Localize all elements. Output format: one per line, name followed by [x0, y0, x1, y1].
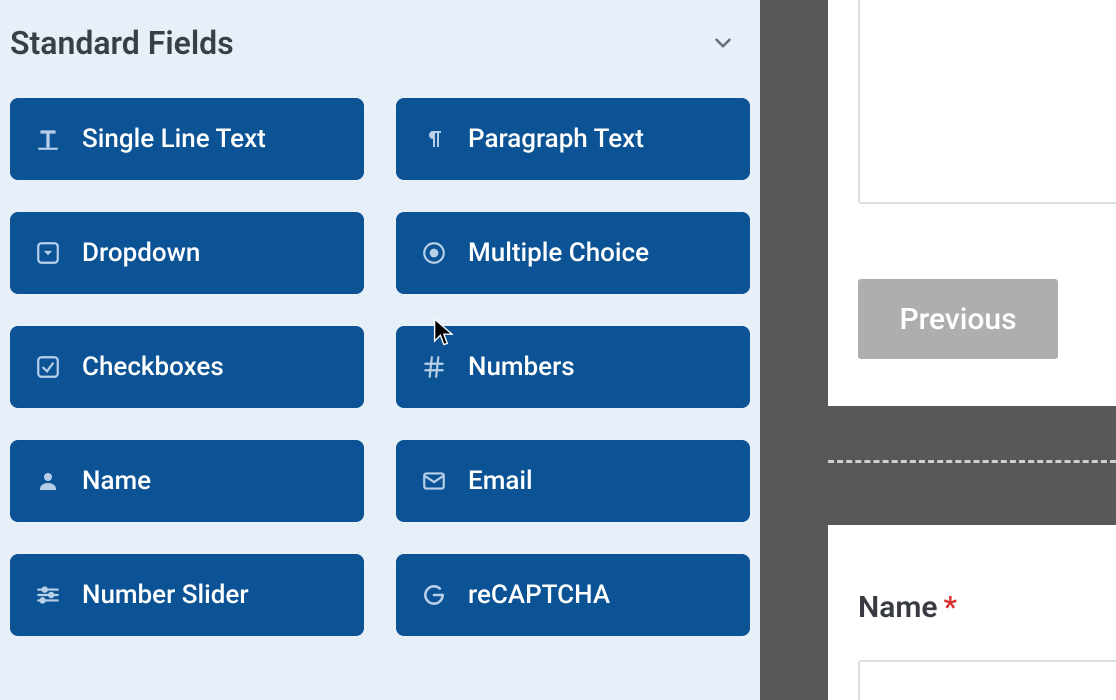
field-label: Checkboxes [82, 354, 224, 380]
field-label: Multiple Choice [468, 240, 649, 266]
field-label: Number Slider [82, 582, 249, 608]
previous-button[interactable]: Previous [858, 279, 1058, 359]
text-cursor-icon [34, 125, 62, 153]
field-label: Email [468, 468, 533, 494]
required-asterisk: * [944, 590, 957, 625]
standard-fields-header[interactable]: Standard Fields [10, 22, 750, 86]
preview-strip: Previous Name* [768, 0, 1116, 700]
field-label: Single Line Text [82, 126, 266, 152]
single-line-text-button[interactable]: Single Line Text [10, 98, 364, 180]
field-label: Paragraph Text [468, 126, 644, 152]
fields-panel: Standard Fields Single Line Text Paragra… [0, 0, 764, 700]
envelope-icon [420, 467, 448, 495]
recaptcha-button[interactable]: reCAPTCHA [396, 554, 750, 636]
numbers-button[interactable]: Numbers [396, 326, 750, 408]
checkboxes-button[interactable]: Checkboxes [10, 326, 364, 408]
section-title: Standard Fields [10, 24, 234, 62]
page-break-divider [828, 460, 1116, 463]
name-text: Name [858, 590, 938, 625]
checkbox-icon [34, 353, 62, 381]
sliders-icon [34, 581, 62, 609]
hashtag-icon [420, 353, 448, 381]
name-button[interactable]: Name [10, 440, 364, 522]
fields-grid: Single Line Text Paragraph Text Dropdown… [10, 86, 750, 636]
email-button[interactable]: Email [396, 440, 750, 522]
pilcrow-icon [420, 125, 448, 153]
paragraph-text-button[interactable]: Paragraph Text [396, 98, 750, 180]
previous-label: Previous [899, 302, 1016, 337]
field-label: Dropdown [82, 240, 200, 266]
field-label: Numbers [468, 354, 575, 380]
field-label: reCAPTCHA [468, 582, 610, 608]
radio-icon [420, 239, 448, 267]
preview-textarea[interactable] [858, 0, 1116, 204]
number-slider-button[interactable]: Number Slider [10, 554, 364, 636]
name-input[interactable] [858, 660, 1116, 700]
person-icon [34, 467, 62, 495]
field-label: Name [82, 468, 151, 494]
chevron-down-icon[interactable] [702, 22, 744, 64]
name-field-label: Name* [858, 590, 957, 625]
dropdown-arrow-icon [34, 239, 62, 267]
multiple-choice-button[interactable]: Multiple Choice [396, 212, 750, 294]
dropdown-button[interactable]: Dropdown [10, 212, 364, 294]
google-g-icon [420, 581, 448, 609]
